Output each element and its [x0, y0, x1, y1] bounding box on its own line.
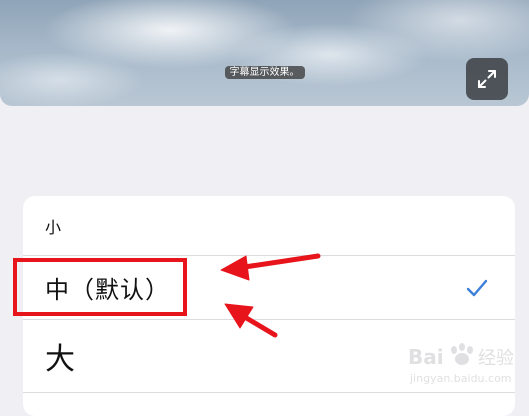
subtitle-preview: 字幕显示效果。 — [0, 0, 529, 106]
subtitle-sample-text: 字幕显示效果。 — [224, 66, 305, 79]
baidu-watermark-logo: Bai 经验 jingyan.baidu.com — [408, 343, 514, 385]
option-label-small: 小 — [45, 217, 62, 237]
option-label-large: 大 — [45, 342, 75, 377]
svg-text:jingyan.baidu.com: jingyan.baidu.com — [409, 372, 512, 385]
expand-icon — [478, 70, 496, 88]
expand-button[interactable] — [466, 58, 508, 100]
font-size-option-small[interactable]: 小 — [23, 196, 515, 255]
annotation-highlight-box — [13, 258, 187, 316]
svg-text:经验: 经验 — [478, 348, 514, 369]
svg-text:Bai: Bai — [408, 345, 444, 369]
checkmark-icon — [466, 279, 488, 296]
